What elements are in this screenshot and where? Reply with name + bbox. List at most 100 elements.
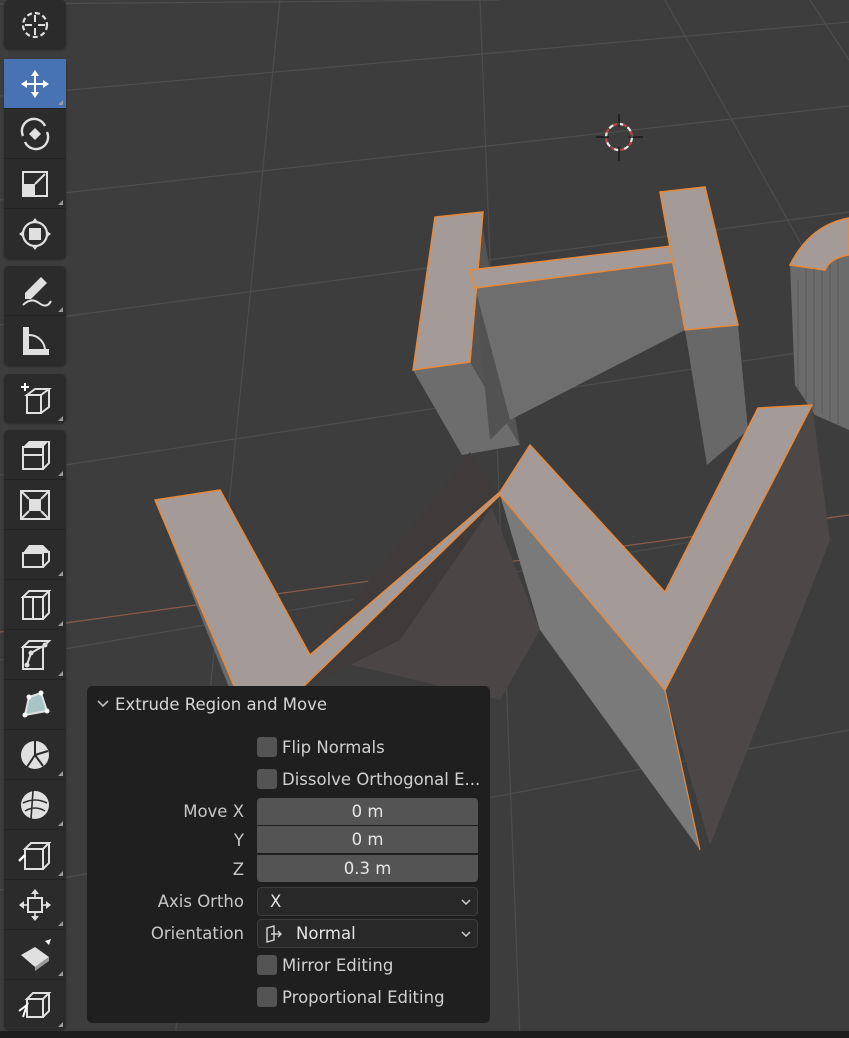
flip-normals-label[interactable]: Flip Normals [282,733,385,762]
cursor-icon [21,11,49,39]
chevron-down-icon [461,931,471,938]
dissolve-orthogonal-row: Dissolve Orthogonal E... [87,765,490,794]
tool-group-mesh-edit [4,430,66,1030]
orientation-value: Normal [296,924,356,943]
cursor-tool-button[interactable] [4,0,66,50]
axis-ortho-dropdown[interactable]: X [257,887,478,916]
move-x-label: Move X [183,802,244,821]
shrink-fatten-icon [19,888,51,921]
submenu-indicator [58,871,63,876]
3d-cursor-icon [596,114,643,161]
operator-panel-header[interactable]: Extrude Region and Move [87,686,490,722]
transform-tool-button[interactable] [4,209,66,259]
move-y-label: Y [233,831,244,850]
proportional-editing-checkbox[interactable] [257,987,277,1007]
tool-group-transform [4,59,66,259]
edge-slide-tool-button[interactable] [4,830,66,880]
chevron-down-icon [97,700,109,708]
mirror-editing-checkbox[interactable] [257,955,277,975]
annotate-icon [22,276,52,307]
smooth-tool-button[interactable] [4,780,66,830]
flip-normals-row: Flip Normals [87,733,490,762]
submenu-indicator [58,1022,63,1027]
proportional-editing-row: Proportional Editing [87,983,490,1012]
move-x-row: Move X 0 m [87,797,490,826]
dissolve-orthogonal-label[interactable]: Dissolve Orthogonal E... [282,765,480,794]
inset-faces-tool-button[interactable] [4,480,66,530]
tool-group-cursor [4,0,66,49]
spin-icon [21,740,49,769]
operator-panel-title: Extrude Region and Move [115,694,328,714]
spin-tool-button[interactable] [4,730,66,780]
orientation-normal-icon [266,925,282,943]
move-y-field[interactable]: 0 m [257,826,478,853]
submenu-indicator [58,471,63,476]
rotate-tool-button[interactable] [4,109,66,159]
shrink-fatten-tool-button[interactable] [4,880,66,930]
move-z-label: Z [232,860,244,879]
submenu-indicator [58,821,63,826]
mirror-editing-label[interactable]: Mirror Editing [282,951,393,980]
knife-tool-button[interactable] [4,630,66,680]
bevel-icon [22,544,50,568]
extrude-region-icon [22,440,50,470]
loop-cut-tool-button[interactable] [4,580,66,630]
move-icon [21,69,49,98]
submenu-indicator [58,671,63,676]
poly-build-tool-button[interactable] [4,680,66,730]
bottom-border [0,1031,849,1038]
scale-tool-button[interactable] [4,159,66,209]
submenu-indicator [58,100,63,105]
move-z-row: Z 0.3 m [87,855,490,884]
move-tool-button[interactable] [4,59,66,109]
rip-region-tool-button[interactable] [4,980,66,1030]
move-z-field[interactable]: 0.3 m [257,855,478,882]
poly-build-icon [22,690,50,717]
loop-cut-icon [20,589,52,620]
bevel-tool-button[interactable] [4,530,66,580]
operator-panel: Extrude Region and Move Flip Normals Dis… [87,686,490,1023]
submenu-indicator [58,571,63,576]
knife-icon [20,639,52,670]
submenu-indicator [58,307,63,312]
axis-ortho-label: Axis Ortho [157,892,244,911]
scale-icon [22,170,48,197]
submenu-indicator [58,971,63,976]
move-y-row: Y 0 m [87,826,490,855]
flip-normals-checkbox[interactable] [257,737,277,757]
inset-faces-icon [20,489,50,520]
submenu-indicator [58,921,63,926]
annotate-tool-button[interactable] [4,266,66,316]
add-cube-tool-button[interactable] [4,374,66,424]
tool-group-add [4,374,66,423]
orientation-row: Orientation Normal [87,919,490,948]
measure-tool-button[interactable] [4,316,66,366]
move-x-field[interactable]: 0 m [257,798,478,825]
axis-ortho-value: X [270,892,282,911]
rip-region-icon [18,992,52,1018]
dissolve-orthogonal-checkbox[interactable] [257,769,277,789]
axis-ortho-row: Axis Ortho X [87,887,490,916]
measure-icon [23,327,49,355]
submenu-indicator [58,416,63,421]
submenu-indicator [58,771,63,776]
shear-tool-button[interactable] [4,930,66,980]
submenu-indicator [58,621,63,626]
letter-e-mesh [788,217,849,430]
shear-icon [21,938,51,971]
orientation-dropdown[interactable]: Normal [257,919,478,948]
letter-h-mesh [412,186,748,465]
tool-shelf [0,0,68,1038]
rotate-icon [20,117,50,150]
submenu-indicator [58,200,63,205]
orientation-label: Orientation [150,924,244,943]
mirror-editing-row: Mirror Editing [87,951,490,980]
add-cube-icon [21,383,52,414]
proportional-editing-label[interactable]: Proportional Editing [282,983,445,1012]
extrude-region-tool-button[interactable] [4,430,66,480]
chevron-down-icon [461,899,471,906]
edge-slide-icon [18,841,52,870]
transform-icon [19,218,51,250]
tool-group-annotate [4,266,66,366]
smooth-icon [21,790,49,819]
